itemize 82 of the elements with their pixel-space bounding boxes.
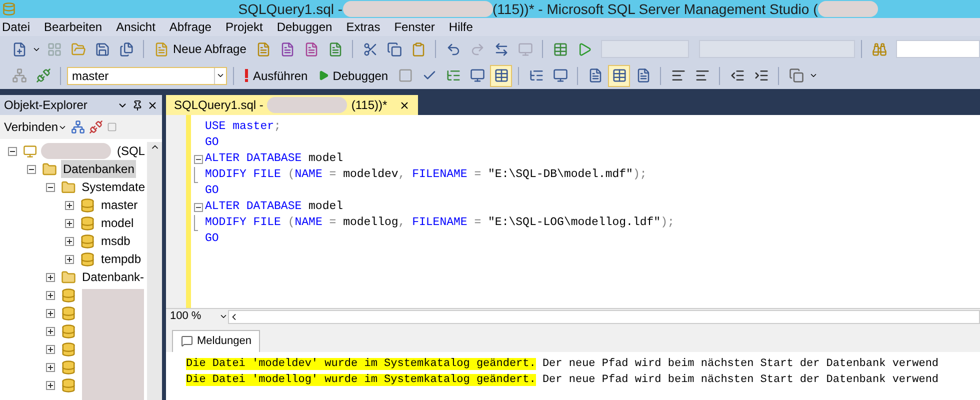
window-title: SQLQuery1.sql -	[238, 0, 343, 19]
result-message: Die Datei 'modellog' wurde im Systemkatalog geändert. Der neue Pfad wird beim nächsten Start der Datenbank verwend	[186, 372, 940, 388]
expand-toggle[interactable]	[46, 290, 55, 300]
code-line: USE master;	[205, 119, 281, 136]
horizontal-scrollbar[interactable]	[228, 310, 980, 324]
expand-toggle[interactable]	[46, 272, 55, 282]
database-icon	[61, 324, 76, 338]
code-line: ALTER DATABASE model	[205, 199, 344, 216]
message-icon	[181, 335, 193, 348]
execute-button[interactable]: Ausführen	[240, 66, 312, 84]
panel-title: Objekt-Explorer	[4, 97, 88, 114]
database-icon	[61, 378, 76, 392]
database-icon	[80, 252, 95, 266]
database-icon	[61, 360, 76, 374]
app-icon	[2, 2, 16, 16]
caret-icon	[219, 312, 228, 321]
fold-toggle[interactable]	[194, 154, 202, 164]
window-title: (115))* - Microsoft SQL Server Management Studio (	[492, 0, 818, 19]
redaction-blot	[818, 1, 878, 17]
code-line: MODIFY FILE (NAME = modellog, FILENAME = "E:\SQL-LOG\modellog.ldf");	[205, 215, 674, 232]
pin-icon[interactable]	[132, 100, 143, 110]
results-grid-icon[interactable]	[608, 64, 630, 86]
disconnect-icon[interactable]	[89, 120, 104, 134]
expand-toggle[interactable]	[8, 146, 17, 156]
result-message: Die Datei 'modeldev' wurde im Systemkatalog geändert. Der neue Pfad wird beim nächsten Start der Datenbank verwend	[186, 356, 940, 372]
expand-toggle[interactable]	[65, 218, 74, 228]
caret-icon[interactable]	[809, 71, 818, 80]
zoom-select[interactable]: 100 %	[166, 308, 228, 325]
menu-item[interactable]: Fenster	[387, 18, 442, 36]
database-icon	[61, 306, 76, 320]
debug-button[interactable]: Debuggen	[314, 66, 392, 84]
editor-tab[interactable]: SQLQuery1.sql - (115))*	[166, 95, 418, 115]
tree-item[interactable]: Datenbanken	[61, 160, 136, 178]
results-tab[interactable]: Meldungen	[172, 330, 260, 352]
menu-item[interactable]: Ansicht	[109, 18, 162, 36]
menu-item[interactable]: Bearbeiten	[37, 18, 110, 36]
menu-item[interactable]: Extras	[339, 18, 388, 36]
code-line: MODIFY FILE (NAME = modeldev, FILENAME = "E:\SQL-DB\model.mdf");	[205, 167, 647, 184]
code-line: GO	[205, 231, 219, 248]
expand-toggle[interactable]	[46, 344, 55, 354]
expand-toggle[interactable]	[27, 164, 36, 174]
code-line: ALTER DATABASE model	[205, 151, 344, 168]
expand-toggle[interactable]	[46, 308, 55, 318]
menu-item[interactable]: Projekt	[218, 18, 270, 36]
scrollbar[interactable]	[147, 142, 162, 400]
expand-toggle[interactable]	[65, 236, 74, 246]
database-icon	[80, 198, 95, 212]
expand-toggle[interactable]	[46, 182, 55, 192]
folder-icon	[60, 180, 76, 194]
menu-item[interactable]: Hilfe	[442, 18, 480, 36]
caret-icon	[216, 71, 225, 80]
new-query-button[interactable]: Neue Abfrage	[150, 40, 250, 58]
expand-toggle[interactable]	[46, 326, 55, 336]
database-icon	[61, 342, 76, 356]
menu-item[interactable]: Debuggen	[270, 18, 340, 36]
expand-toggle[interactable]	[46, 380, 55, 390]
search-field[interactable]	[896, 40, 980, 58]
database-select[interactable]: master	[67, 66, 227, 84]
network-icon[interactable]	[71, 120, 86, 134]
menu-item[interactable]: Abfrage	[162, 18, 218, 36]
server-icon	[22, 144, 37, 158]
database-icon	[61, 288, 76, 302]
database-icon	[80, 216, 95, 230]
play-icon	[318, 70, 329, 81]
results-icon[interactable]	[490, 64, 512, 86]
close-icon[interactable]	[147, 100, 158, 110]
expand-toggle[interactable]	[65, 254, 74, 264]
close-icon[interactable]	[399, 100, 410, 110]
fold-line	[194, 167, 198, 183]
redaction-blot	[40, 143, 111, 159]
database-icon	[80, 234, 95, 248]
expand-toggle[interactable]	[46, 362, 55, 372]
fold-line	[194, 215, 198, 231]
folder-icon	[42, 162, 57, 176]
expand-toggle[interactable]	[65, 200, 74, 210]
code-line: GO	[205, 135, 219, 152]
fold-toggle[interactable]	[194, 202, 202, 212]
folder-icon	[61, 270, 76, 284]
exclamation-icon	[244, 69, 249, 82]
menu-item[interactable]: Datei	[0, 18, 38, 36]
document-icon	[154, 42, 169, 56]
code-line: GO	[205, 183, 219, 200]
